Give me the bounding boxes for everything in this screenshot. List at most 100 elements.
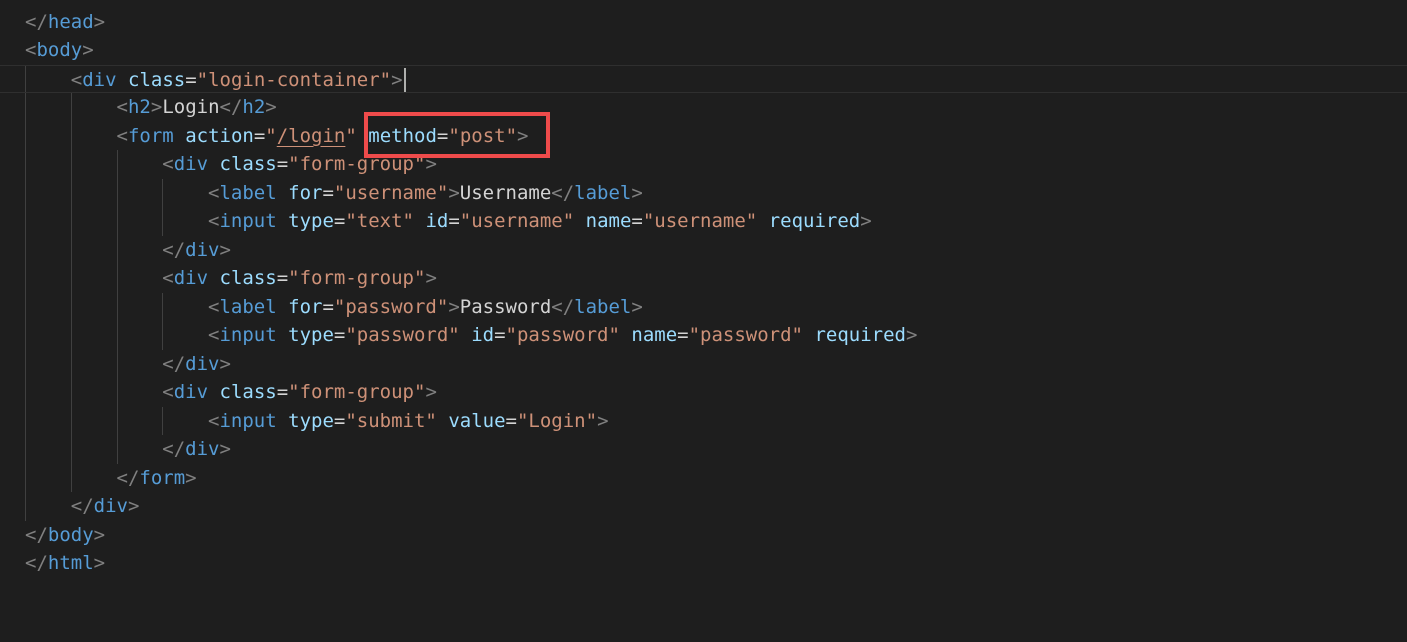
code-token: class bbox=[219, 153, 277, 175]
code-text: <div class="form-group"> bbox=[25, 150, 437, 179]
code-token: < bbox=[25, 39, 37, 61]
code-line[interactable]: <body> bbox=[0, 36, 1407, 65]
code-token: > bbox=[905, 324, 918, 346]
code-text: </form> bbox=[25, 464, 197, 493]
code-token: html bbox=[47, 552, 94, 574]
code-token: form bbox=[127, 124, 174, 147]
code-token: div bbox=[173, 381, 209, 403]
code-token: h2 bbox=[242, 96, 266, 118]
code-line[interactable]: </div> bbox=[0, 236, 1407, 265]
code-token: body bbox=[36, 39, 83, 61]
code-token: > bbox=[631, 181, 643, 204]
code-token: "password" bbox=[333, 295, 449, 318]
code-line[interactable]: </div> bbox=[0, 435, 1407, 464]
indentation bbox=[25, 296, 208, 318]
code-token: "form-group" bbox=[288, 153, 426, 175]
code-token: name bbox=[585, 210, 632, 232]
code-token: > bbox=[517, 124, 529, 147]
code-text: </div> bbox=[25, 435, 231, 464]
indentation bbox=[25, 182, 208, 204]
indentation bbox=[25, 438, 162, 460]
code-token: > bbox=[448, 181, 460, 204]
code-token: </ bbox=[116, 466, 140, 489]
code-editor[interactable]: </head> <body> <div class="login-containe… bbox=[0, 0, 1407, 642]
code-token: </ bbox=[70, 495, 94, 517]
code-line[interactable]: </div> bbox=[0, 492, 1407, 521]
code-token: "password" bbox=[688, 324, 803, 346]
code-token: = bbox=[322, 181, 334, 204]
code-line[interactable]: </head> bbox=[0, 8, 1407, 37]
code-token: > bbox=[82, 39, 94, 61]
code-token: "post" bbox=[448, 124, 518, 147]
code-token: "username" bbox=[333, 181, 449, 204]
code-token: > bbox=[219, 438, 231, 460]
code-token: > bbox=[391, 68, 403, 91]
code-token: > bbox=[219, 352, 231, 375]
code-token: for bbox=[288, 295, 323, 318]
indentation bbox=[25, 353, 162, 375]
code-token: </ bbox=[551, 295, 575, 318]
code-line[interactable]: <div class="form-group"> bbox=[0, 378, 1407, 407]
code-token: div bbox=[93, 495, 128, 517]
code-token: = bbox=[276, 381, 289, 403]
indentation bbox=[25, 69, 71, 91]
code-token: > bbox=[425, 381, 437, 403]
code-token: > bbox=[448, 295, 460, 318]
code-token: < bbox=[208, 295, 220, 318]
code-line[interactable]: </div> bbox=[0, 350, 1407, 379]
code-line[interactable]: <input type="text" id="username" name="u… bbox=[0, 207, 1407, 236]
code-token: Username bbox=[459, 181, 552, 204]
code-text: </div> bbox=[25, 492, 140, 521]
code-token: " bbox=[265, 124, 277, 147]
code-token: required bbox=[814, 324, 906, 346]
code-token: </ bbox=[25, 10, 48, 33]
code-line[interactable]: </html> bbox=[0, 549, 1407, 578]
code-token: /login bbox=[276, 124, 346, 147]
code-token: for bbox=[288, 181, 323, 204]
code-token: "Login" bbox=[516, 409, 598, 432]
code-line[interactable]: </form> bbox=[0, 464, 1407, 493]
code-token: Password bbox=[459, 295, 552, 318]
code-text: </head> bbox=[25, 8, 105, 37]
code-token: class bbox=[219, 381, 277, 403]
code-token: > bbox=[597, 409, 609, 432]
code-token: </ bbox=[162, 352, 186, 375]
code-token: value bbox=[448, 409, 506, 432]
code-line[interactable]: <input type="password" id="password" nam… bbox=[0, 321, 1407, 350]
code-line[interactable]: <label for="password">Password</label> bbox=[0, 293, 1407, 322]
code-line[interactable]: </body> bbox=[0, 521, 1407, 550]
code-token: = bbox=[333, 210, 346, 232]
code-token: </ bbox=[25, 552, 48, 574]
code-token: type bbox=[288, 409, 334, 432]
indentation bbox=[25, 239, 162, 261]
code-token: "password" bbox=[345, 324, 460, 346]
indentation bbox=[25, 125, 117, 147]
code-token: method bbox=[368, 124, 437, 147]
code-token: type bbox=[288, 324, 334, 346]
code-line[interactable]: <label for="username">Username</label> bbox=[0, 179, 1407, 208]
code-text: <h2>Login</h2> bbox=[25, 93, 277, 122]
code-token: = bbox=[505, 409, 517, 432]
code-text: <input type="text" id="username" name="u… bbox=[25, 207, 872, 236]
code-line[interactable]: <div class="form-group"> bbox=[0, 150, 1407, 179]
code-line[interactable]: <form action="/login" method="post"> bbox=[0, 122, 1407, 151]
indentation bbox=[25, 467, 117, 489]
code-token: = bbox=[677, 324, 689, 346]
code-line[interactable]: <input type="submit" value="Login"> bbox=[0, 407, 1407, 436]
code-text: <input type="password" id="password" nam… bbox=[25, 321, 917, 350]
code-token: < bbox=[208, 409, 220, 432]
code-token: type bbox=[288, 210, 334, 232]
code-line[interactable]: <div class="login-container"> bbox=[0, 64, 1407, 93]
code-token: input bbox=[219, 409, 277, 432]
code-line[interactable]: <div class="form-group"> bbox=[0, 264, 1407, 293]
code-token: label bbox=[574, 181, 632, 204]
code-token: </ bbox=[551, 181, 575, 204]
indentation bbox=[25, 410, 208, 432]
code-text: <label for="username">Username</label> bbox=[25, 179, 643, 208]
code-line[interactable]: <h2>Login</h2> bbox=[0, 93, 1407, 122]
